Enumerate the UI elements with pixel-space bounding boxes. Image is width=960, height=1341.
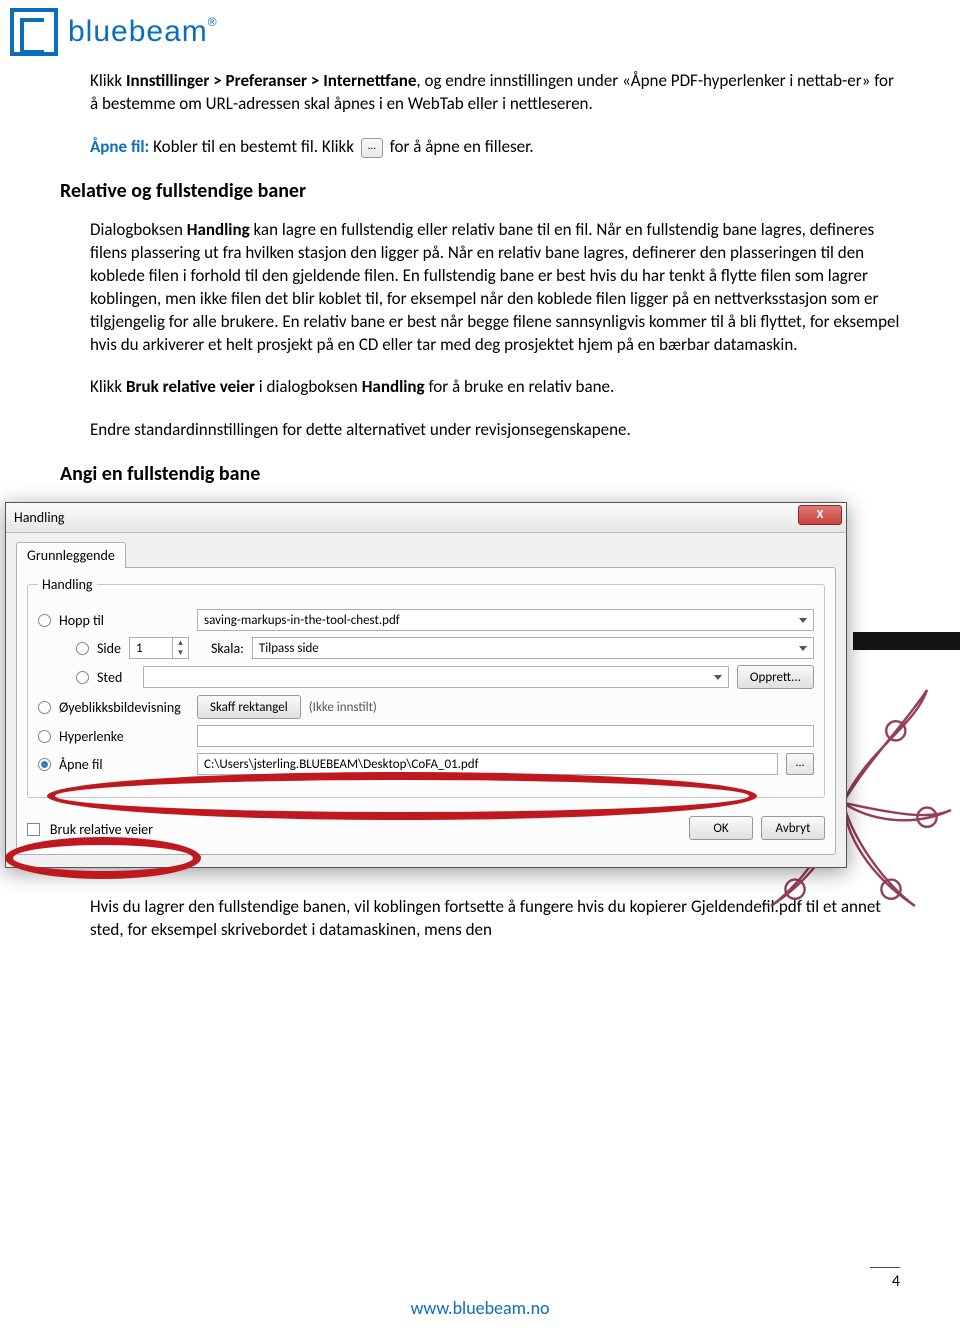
not-set-text: (Ikke innstilt) (309, 700, 377, 715)
paragraph-default-setting: Endre standardinnstillingen for dette al… (90, 419, 900, 442)
radio-snapshot[interactable] (38, 701, 51, 714)
paragraph-explain-paths: Dialogboksen Handling kan lagre en fulls… (90, 219, 900, 357)
brand-header: bluebeam® (0, 0, 960, 60)
use-relative-checkbox-row[interactable]: Bruk relative veier (27, 818, 153, 839)
label-place: Sted (97, 669, 135, 686)
heading-relative-paths: Relative og fullstendige baner (60, 179, 900, 203)
ok-button[interactable]: OK (689, 816, 753, 840)
get-rectangle-button[interactable]: Skaff rektangel (197, 695, 301, 719)
paragraph-after-dialog: Hvis du lagrer den fullstendige banen, v… (90, 896, 900, 942)
label-page: Side (97, 640, 121, 657)
close-button[interactable]: X (798, 505, 842, 525)
paragraph-use-relative: Klikk Bruk relative veier i dialogboksen… (90, 376, 900, 399)
radio-open-file[interactable] (38, 758, 51, 771)
label-hyperlink: Hyperlenke (59, 728, 189, 745)
label-jump-to: Hopp til (59, 612, 189, 629)
create-button[interactable]: Opprett... (737, 665, 814, 689)
group-legend: Handling (38, 576, 97, 593)
highlight-ring-file-path (47, 772, 757, 820)
label-snapshot: Øyeblikksbildevisning (59, 699, 189, 716)
bluebeam-logo-text: bluebeam® (68, 15, 218, 49)
scale-select[interactable]: Tilpass side (252, 637, 814, 659)
hyperlink-input[interactable] (197, 725, 814, 747)
label-open-file: Åpne fil (59, 756, 189, 773)
jump-to-select[interactable]: saving-markups-in-the-tool-chest.pdf (197, 609, 814, 631)
tab-basic[interactable]: Grunnleggende (16, 542, 126, 568)
background-dark-bar (853, 632, 960, 650)
bluebeam-logo-icon (10, 8, 58, 56)
page-spinner[interactable]: 1 ▲▼ (129, 637, 189, 659)
use-relative-label: Bruk relative veier (50, 821, 153, 838)
radio-jump-to[interactable] (38, 614, 51, 627)
footer-url: www.bluebeam.no (0, 1297, 960, 1319)
cancel-button[interactable]: Avbryt (761, 816, 825, 840)
dialog-title: Handling (14, 509, 65, 526)
use-relative-checkbox[interactable] (27, 823, 40, 836)
handling-group: Handling Hopp til saving-markups-in-the-… (27, 576, 825, 798)
paragraph-settings-path: Klikk Innstillinger > Preferanser > Inte… (90, 70, 900, 116)
radio-hyperlink[interactable] (38, 730, 51, 743)
browse-icon-inline: ... (361, 138, 383, 158)
radio-place[interactable] (76, 671, 89, 684)
radio-page[interactable] (76, 642, 89, 655)
dialog-titlebar: Handling X (6, 503, 846, 533)
page-number: 4 (870, 1267, 900, 1291)
place-select[interactable] (143, 666, 729, 688)
label-scale: Skala: (211, 640, 244, 657)
heading-set-full-path: Angi en fullstendig bane (60, 462, 900, 486)
browse-button[interactable]: ... (786, 753, 814, 775)
highlight-ring-relative (5, 837, 201, 879)
paragraph-open-file: Åpne fil: Kobler til en bestemt fil. Kli… (90, 136, 900, 159)
